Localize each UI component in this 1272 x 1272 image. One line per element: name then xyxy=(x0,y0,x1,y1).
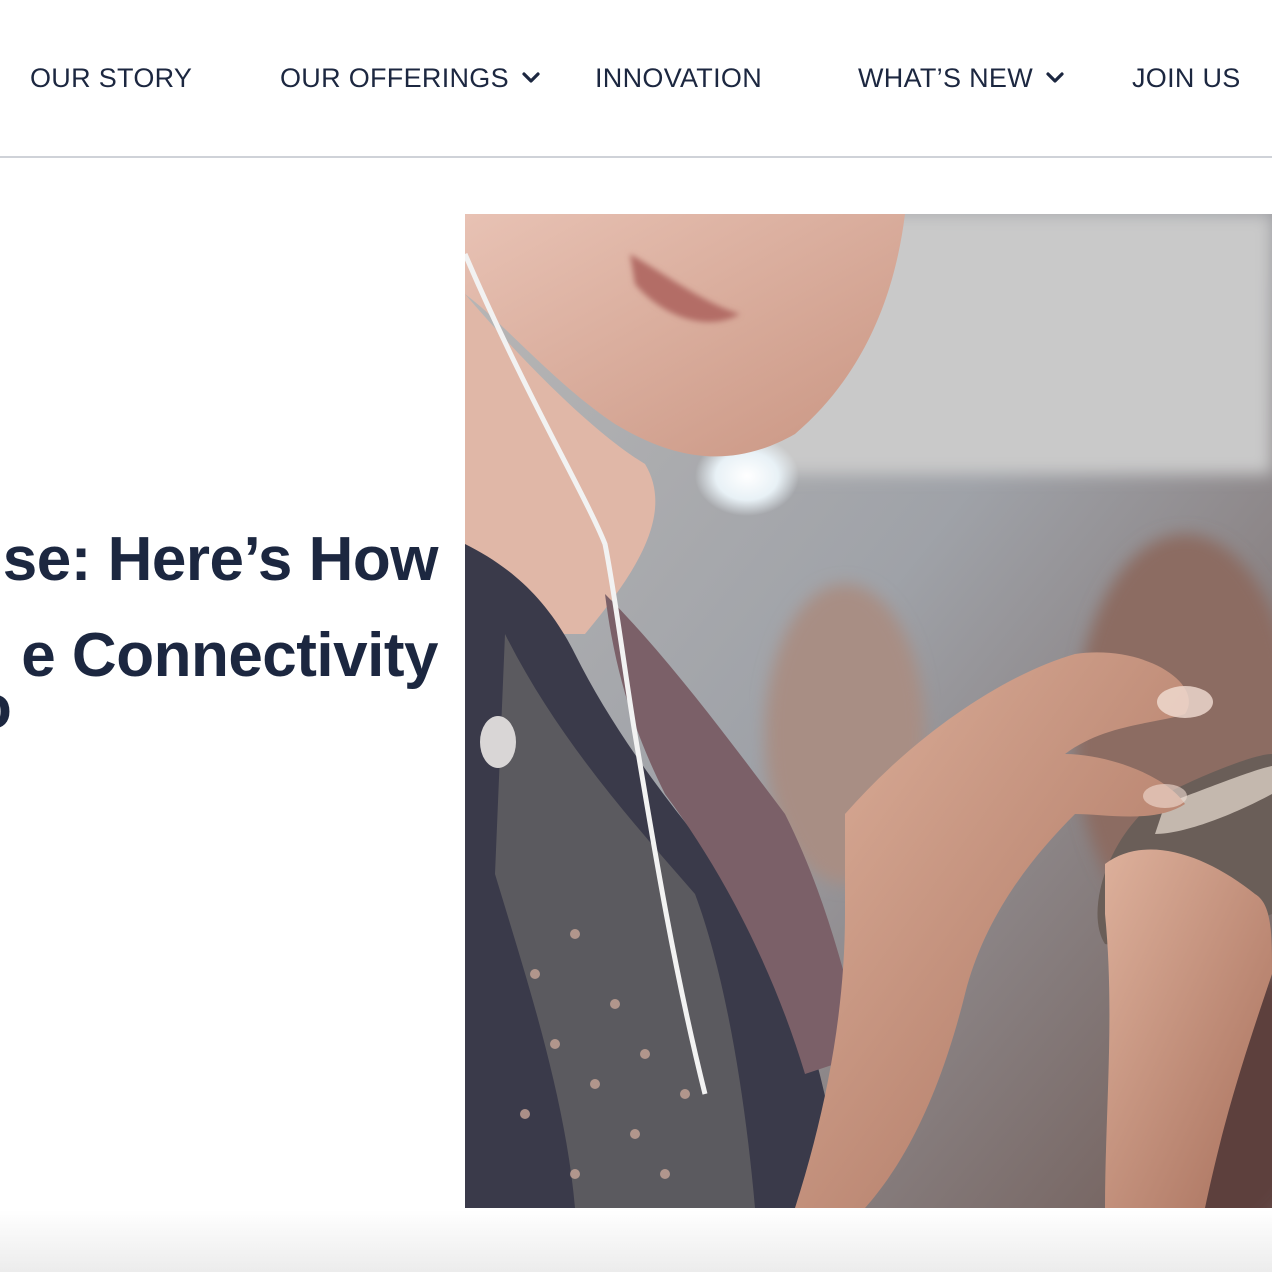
nav-whats-new-label: WHAT’S NEW xyxy=(858,62,1033,93)
nav-whats-new[interactable]: WHAT’S NEW xyxy=(858,58,1065,98)
nav-our-offerings[interactable]: OUR OFFERINGS xyxy=(280,58,541,98)
hero-image xyxy=(465,214,1272,1208)
chevron-down-icon[interactable] xyxy=(1045,68,1065,88)
hero-headline-line-1: se: Here’s How xyxy=(2,524,439,594)
nav-innovation-label: INNOVATION xyxy=(595,62,763,93)
hero-headline-line-2: e Connectivity xyxy=(21,620,438,690)
nav-our-story-label: OUR STORY xyxy=(30,62,193,93)
nav-our-story[interactable]: OUR STORY xyxy=(30,58,192,98)
top-navigation: OUR STORY OUR OFFERINGS INNOVATION WHAT’… xyxy=(0,0,1272,158)
nav-join-us[interactable]: JOIN US xyxy=(1132,58,1241,98)
hero-headline: se: Here’s How e Connectivity xyxy=(0,512,439,704)
woman-smartphone-photo-illustration xyxy=(465,214,1272,1208)
nav-our-offerings-label: OUR OFFERINGS xyxy=(280,62,509,93)
page: OUR STORY OUR OFFERINGS INNOVATION WHAT’… xyxy=(0,0,1272,1272)
nav-join-us-label: JOIN US xyxy=(1132,62,1241,93)
hero-headline-line-3: o xyxy=(0,660,12,756)
section-divider xyxy=(0,1210,1272,1272)
nav-innovation[interactable]: INNOVATION xyxy=(595,58,762,98)
chevron-down-icon[interactable] xyxy=(521,68,541,88)
